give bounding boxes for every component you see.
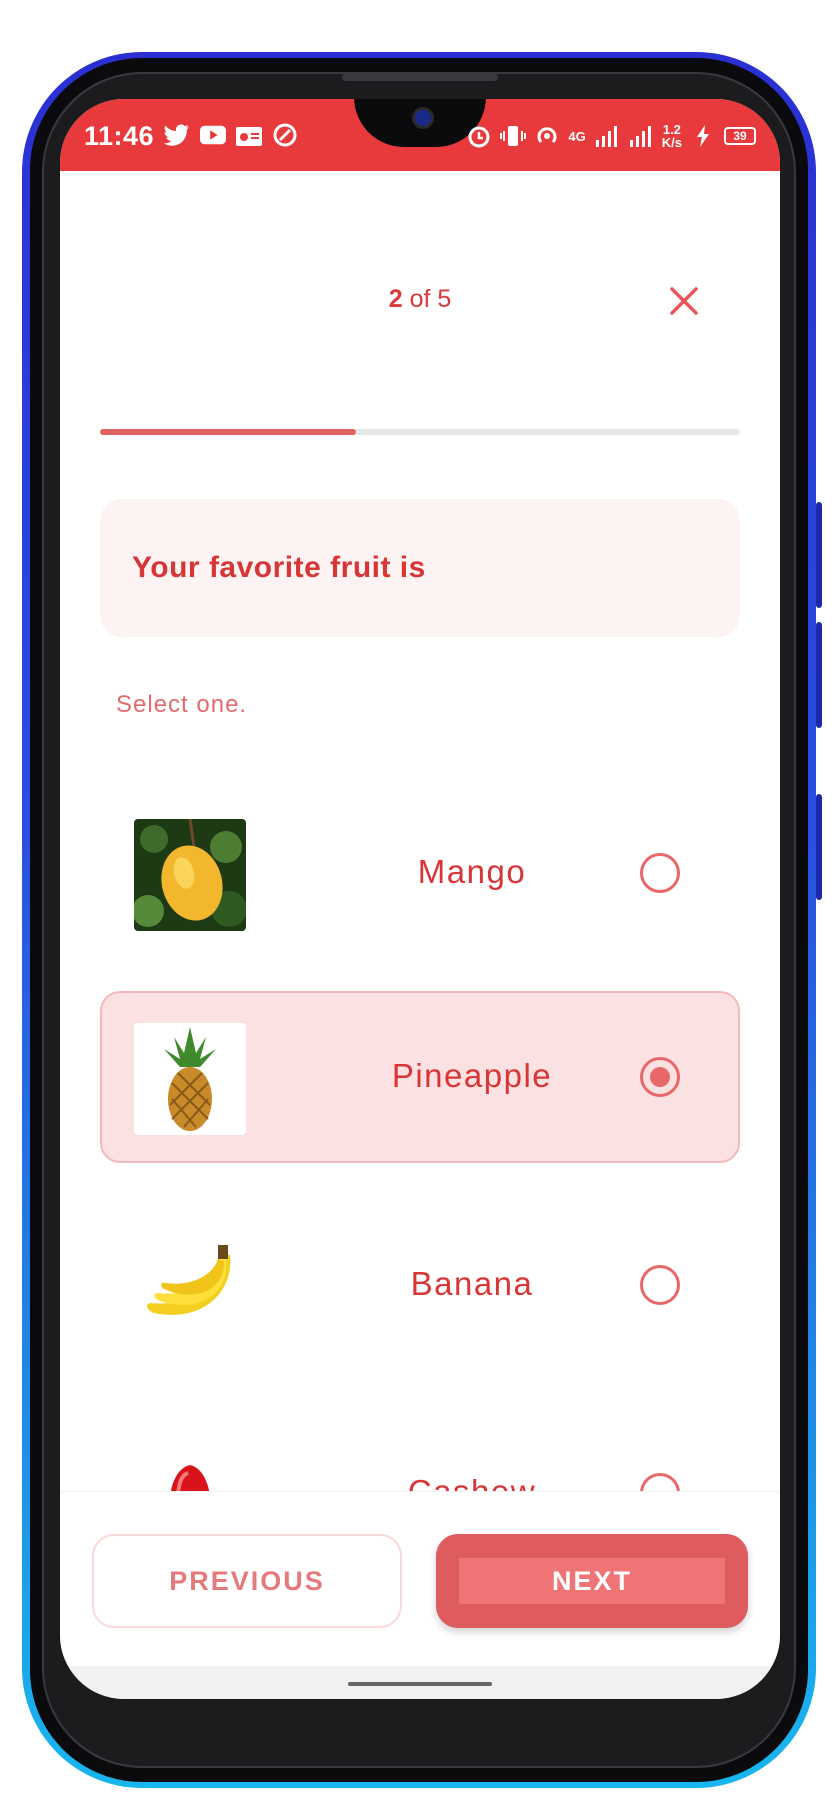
option-banana-label: Banana [410,1265,534,1302]
bottom-action-bar: PREVIOUS NEXT [60,1491,780,1667]
home-indicator[interactable] [348,1682,492,1686]
signal-icon [628,124,654,148]
option-banana[interactable]: Banana [100,1199,740,1371]
volume-down-button [816,622,822,728]
status-time: 11:46 [84,121,155,151]
volume-up-button [816,502,822,608]
quiz-progress-fill [100,429,356,435]
option-pineapple-radio[interactable] [640,1057,680,1097]
charging-icon [690,124,716,148]
youtube-icon [200,123,226,147]
previous-button[interactable]: PREVIOUS [92,1534,402,1628]
option-mango[interactable]: Mango [100,787,740,959]
gesture-nav-area [60,1666,780,1699]
radio-icon [236,123,262,147]
network-speed: 1.2 K/s [662,123,682,149]
question-card: Your favorite fruit is [100,499,740,637]
pineapple-image [134,1023,246,1135]
option-pineapple[interactable]: Pineapple [100,991,740,1163]
battery-icon: 39 [724,127,756,145]
vibrate-icon [500,124,527,148]
banana-image [134,1231,246,1343]
mango-image [134,819,246,931]
power-button [816,794,822,900]
step-total: of 5 [402,285,452,313]
hotspot-icon [534,124,560,148]
option-pineapple-label: Pineapple [391,1057,553,1094]
option-mango-label: Mango [417,853,527,890]
system-status-icons: 4G 1.2 K/s 39 [466,123,756,149]
step-current: 2 [388,285,403,313]
close-icon [670,287,698,315]
app-screen: 11:46 4G 1.2 K/s 39 2 of 5 Your favorite… [60,99,780,1699]
quiz-progress-bar [100,429,740,435]
answer-options: Mango Pineapple Banana [100,787,740,1567]
notification-icons [164,123,298,147]
twitter-icon [164,123,190,147]
status-bar: 11:46 4G 1.2 K/s 39 [60,99,780,171]
network-speed-unit: K/s [661,135,682,150]
front-camera [412,107,434,129]
option-mango-radio[interactable] [640,853,680,893]
next-button[interactable]: NEXT [436,1534,748,1628]
next-button-label: NEXT [459,1558,725,1604]
network-type: 4G [568,128,586,144]
signal-icon [594,124,620,148]
alarm-icon [466,124,492,148]
selection-hint: Select one. [116,691,248,718]
option-banana-radio[interactable] [640,1265,680,1305]
earpiece-speaker [342,74,498,81]
close-button[interactable] [664,281,704,321]
question-text: Your favorite fruit is [132,551,426,584]
at-sign-icon [272,123,298,147]
